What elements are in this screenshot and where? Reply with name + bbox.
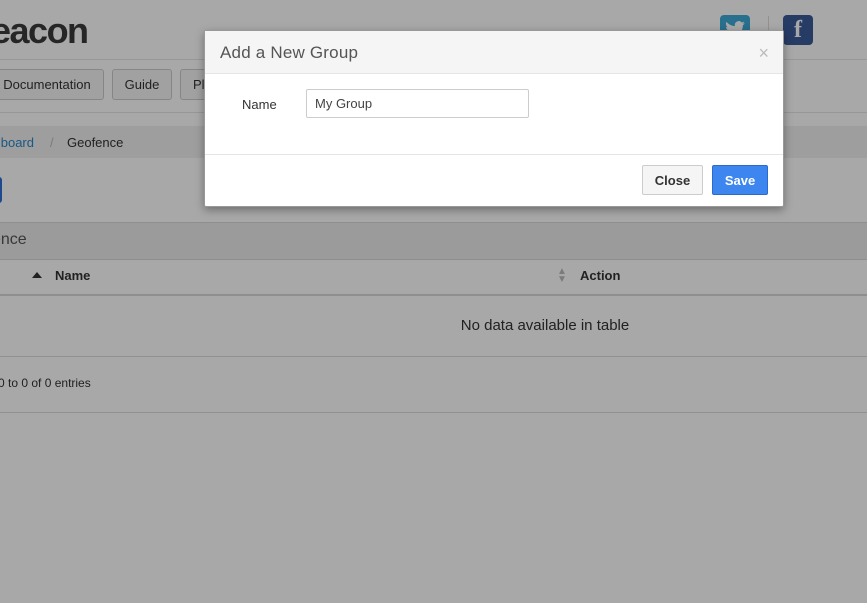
add-group-dialog: Add a New Group × Name Close Save bbox=[204, 30, 784, 207]
save-button[interactable]: Save bbox=[712, 165, 768, 195]
close-icon[interactable]: × bbox=[758, 43, 769, 64]
dialog-title: Add a New Group bbox=[220, 43, 359, 62]
dialog-header: Add a New Group × bbox=[205, 31, 783, 74]
dialog-footer: Close Save bbox=[205, 154, 783, 207]
name-field-label: Name bbox=[242, 97, 277, 112]
close-button[interactable]: Close bbox=[642, 165, 703, 195]
group-name-input[interactable] bbox=[306, 89, 529, 118]
